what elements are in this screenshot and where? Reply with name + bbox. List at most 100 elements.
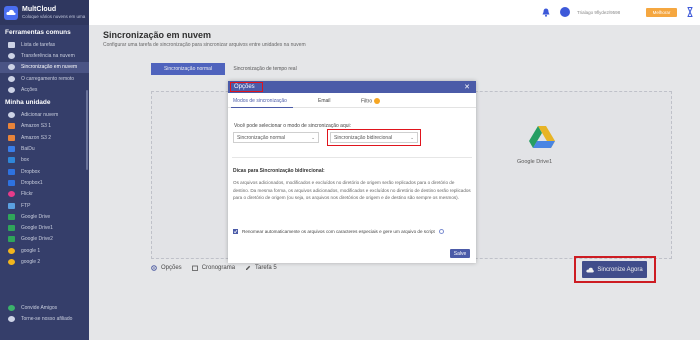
sidebar-item-affiliate[interactable]: Torne-se nosso afiliado [0,313,89,324]
sidebar: MultCloud Coloque vários nuvens em uma F… [0,0,89,340]
sidebar-item-invite[interactable]: Convide Amigos [0,302,89,313]
sidebar-item-label: box [21,157,30,164]
add-cloud-icon [8,112,15,119]
check-icon [233,230,238,234]
google-drive-icon [8,225,15,232]
sidebar-item-amazon-s3-1[interactable]: Amazon S3 1 [0,121,89,132]
sync-mode-select[interactable]: Sincronização normal ⌄ [233,132,319,143]
sidebar-item-label: Adicionar nuvem [21,112,59,119]
rename-checkbox-label: Renomear automaticamente os arquivos com… [242,229,435,234]
sidebar-item-ftp[interactable]: FTP [0,200,89,211]
sidebar-item-label: Convide Amigos [21,304,58,311]
options-dialog: Opções ✕ Modos de sincronização Email Fi… [228,81,476,263]
sidebar-item-google-2[interactable]: google 2 [0,256,89,267]
sidebar-item-google-drive[interactable]: Google Drive [0,211,89,222]
save-button[interactable]: Salve [450,249,470,258]
chevron-down-icon: ⌄ [311,135,315,140]
sidebar-item-label: google 1 [21,247,41,254]
sidebar-item-label: Google Drive [21,213,51,220]
user-name[interactable]: Trialago 9flyde2/9598 [577,10,620,15]
section-title-my-drive: Minha unidade [5,99,51,107]
sidebar-item-label: Transferência na nuvem [21,52,75,59]
sidebar-item-box[interactable]: box [0,155,89,166]
dropbox-icon [8,179,15,186]
baidu-icon [8,146,15,153]
flickr-icon [8,191,15,198]
sidebar-item-cloud-sync[interactable]: Sincronização em nuvem [0,61,89,73]
brand-tagline: Coloque vários nuvens em uma [22,13,86,19]
highlight-box [327,129,421,146]
rename-option: Renomear automaticamente os arquivos com… [233,229,444,234]
top-bar: Trialago 9flyde2/9598 Melhorar [89,0,700,25]
help-icon[interactable] [438,229,444,234]
invite-icon [8,304,15,311]
sidebar-item-label: Torne-se nosso afiliado [21,315,73,322]
sidebar-item-label: Dropbox [21,168,40,175]
bell-icon[interactable] [542,8,550,17]
tips-title: Dicas para Sincronização bidirecional: [233,168,325,174]
sidebar-item-label: Google Drive2 [21,236,53,243]
dropbox-icon [8,168,15,175]
section-title-tools: Ferramentas comuns [5,29,71,36]
multcloud-logo-icon [4,5,18,20]
sidebar-item-add-cloud[interactable]: Adicionar nuvem [0,109,89,120]
sidebar-item-label: Dropbox1 [21,179,43,186]
sidebar-item-google-drive2[interactable]: Google Drive2 [0,234,89,245]
avatar[interactable] [560,7,570,17]
sidebar-item-label: FTP [21,202,31,209]
sidebar-item-flickr[interactable]: Flickr [0,189,89,200]
dialog-header: Opções ✕ [228,81,476,93]
sidebar-item-label: Google Drive1 [21,225,53,232]
sidebar-item-label: BaiDu [21,146,35,153]
remote-upload-icon [8,75,15,82]
sidebar-item-remote-upload[interactable]: O carregamento remoto [0,73,89,84]
save-label: Salve [453,250,467,257]
affiliate-icon [8,315,15,322]
premium-badge-icon [374,98,381,104]
sidebar-item-task-list[interactable]: Lista de tarefas [0,39,89,50]
cloud-sync-icon [8,64,15,71]
tab-sync-modes[interactable]: Modos de sincronização [233,98,287,104]
divider [232,157,472,158]
highlight-box [230,82,263,92]
upgrade-label: Melhorar [652,10,671,15]
brand-name: MultCloud [22,5,57,13]
rename-checkbox[interactable] [233,229,238,234]
google-photos-icon [8,247,15,254]
tips-text: Os arquivos adicionados, modificados e e… [233,180,471,200]
brand[interactable]: MultCloud Coloque vários nuvens em uma [0,0,89,25]
sidebar-scrollbar[interactable] [86,90,88,170]
google-photos-icon [8,258,15,265]
sidebar-item-dropbox[interactable]: Dropbox [0,166,89,177]
sidebar-item-dropbox1[interactable]: Dropbox1 [0,177,89,188]
close-icon[interactable]: ✕ [464,83,470,91]
box-icon [8,157,15,164]
task-list-icon [8,41,15,48]
upgrade-button[interactable]: Melhorar [646,8,677,17]
sidebar-item-label: Acções [21,86,38,93]
sidebar-item-google-1[interactable]: google 1 [0,245,89,256]
tab-email[interactable]: Email [318,98,331,104]
tab-filter[interactable]: Filtro [361,98,381,105]
ftp-icon [8,202,15,209]
sidebar-item-amazon-s3-2[interactable]: Amazon S3 2 [0,132,89,143]
sidebar-item-actions[interactable]: Acções [0,84,89,95]
active-tab-indicator [231,107,293,108]
tab-filter-label: Filtro [361,98,373,105]
amazon-s3-icon [8,123,15,130]
sidebar-item-google-drive1[interactable]: Google Drive1 [0,222,89,233]
google-drive-icon [8,236,15,243]
sidebar-item-label: Lista de tarefas [21,41,56,48]
amazon-s3-icon [8,134,15,141]
sidebar-item-label: O carregamento remoto [21,75,75,82]
sidebar-item-label: Flickr [21,191,33,198]
sidebar-item-label: Amazon S3 1 [21,123,52,130]
google-drive-icon [8,213,15,220]
cloud-transfer-icon [8,52,15,59]
hourglass-icon[interactable] [687,7,693,17]
actions-icon [8,86,15,93]
sidebar-item-baidu[interactable]: BaiDu [0,143,89,154]
sidebar-item-cloud-transfer[interactable]: Transferência na nuvem [0,50,89,61]
sidebar-item-label: Amazon S3 2 [21,134,52,141]
sync-mode-value: Sincronização normal [237,134,286,141]
